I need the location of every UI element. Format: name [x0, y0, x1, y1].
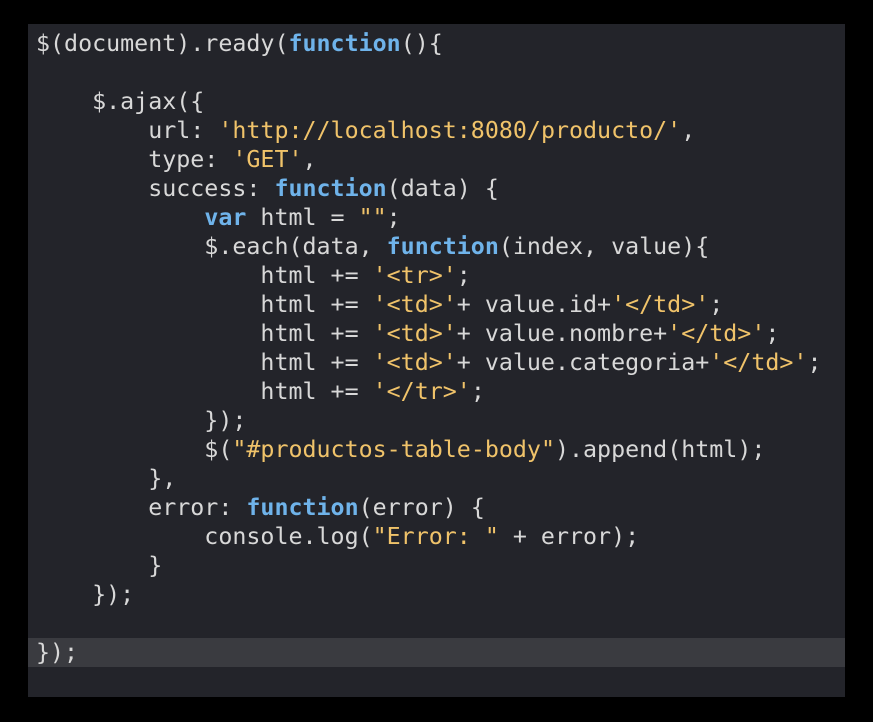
code-line[interactable]: error: function(error) {: [36, 493, 845, 522]
code-text: ,: [302, 146, 317, 173]
code-line[interactable]: $(document).ready(function(){: [36, 29, 845, 58]
code-text: html +=: [36, 349, 373, 376]
string-token: '<tr>': [372, 262, 457, 289]
code-text: $.each(data,: [36, 233, 387, 260]
code-text: $.ajax({: [36, 88, 205, 115]
code-text: (error) {: [358, 494, 485, 521]
code-text: (){: [400, 30, 443, 57]
code-text: $(: [36, 436, 233, 463]
code-text: (index, value){: [498, 233, 710, 260]
code-text: $(document).ready(: [36, 30, 289, 57]
code-text: success:: [36, 175, 275, 202]
code-text: ).append(html);: [554, 436, 766, 463]
code-text: });: [36, 407, 247, 434]
string-token: '</td>': [709, 349, 808, 376]
code-line[interactable]: url: 'http://localhost:8080/producto/',: [36, 116, 845, 145]
code-line[interactable]: },: [36, 464, 845, 493]
current-code-line[interactable]: });: [28, 638, 845, 667]
code-text: + value.id+: [456, 291, 612, 318]
code-line[interactable]: });: [36, 406, 845, 435]
string-token: '</td>': [611, 291, 710, 318]
code-text: ,: [681, 117, 696, 144]
code-text: type:: [36, 146, 233, 173]
string-token: '<td>': [372, 320, 457, 347]
code-line[interactable]: });: [36, 580, 845, 609]
code-line[interactable]: html += '<tr>';: [36, 261, 845, 290]
code-line[interactable]: }: [36, 551, 845, 580]
string-token: '<td>': [372, 349, 457, 376]
code-line[interactable]: type: 'GET',: [36, 145, 845, 174]
code-text: url:: [36, 117, 219, 144]
code-text: html +=: [36, 320, 373, 347]
code-text: ;: [765, 320, 780, 347]
code-line[interactable]: $.ajax({: [36, 87, 845, 116]
string-token: 'http://localhost:8080/producto/': [218, 117, 682, 144]
string-token: "": [358, 204, 387, 231]
code-text: html +=: [36, 291, 373, 318]
code-text: error:: [36, 494, 247, 521]
code-text: ;: [386, 204, 401, 231]
string-token: "Error: ": [372, 523, 499, 550]
code-text: + value.nombre+: [456, 320, 668, 347]
code-line[interactable]: success: function(data) {: [36, 174, 845, 203]
code-text: html +=: [36, 378, 373, 405]
code-text: });: [36, 581, 135, 608]
code-text: },: [36, 465, 177, 492]
code-text: html =: [246, 204, 359, 231]
string-token: '<td>': [372, 291, 457, 318]
code-text: });: [36, 639, 79, 666]
code-text: ;: [470, 378, 485, 405]
code-line[interactable]: $("#productos-table-body").append(html);: [36, 435, 845, 464]
code-text: ;: [456, 262, 471, 289]
code-text: html +=: [36, 262, 373, 289]
code-text: (data) {: [386, 175, 499, 202]
code-text: ;: [807, 349, 822, 376]
code-line[interactable]: html += '</tr>';: [36, 377, 845, 406]
code-text: + value.categoria+: [456, 349, 710, 376]
code-area[interactable]: $(document).ready(function(){ $.ajax({ u…: [28, 29, 845, 667]
keyword-token: function: [288, 30, 401, 57]
code-text: ;: [709, 291, 724, 318]
keyword-token: function: [386, 233, 499, 260]
code-line[interactable]: $.each(data, function(index, value){: [36, 232, 845, 261]
code-editor[interactable]: $(document).ready(function(){ $.ajax({ u…: [28, 24, 845, 697]
code-line[interactable]: console.log("Error: " + error);: [36, 522, 845, 551]
keyword-token: var: [204, 204, 247, 231]
code-line[interactable]: [36, 58, 845, 87]
keyword-token: function: [274, 175, 387, 202]
code-line[interactable]: var html = "";: [36, 203, 845, 232]
code-line[interactable]: html += '<td>'+ value.nombre+'</td>';: [36, 319, 845, 348]
code-text: console.log(: [36, 523, 373, 550]
code-line[interactable]: html += '<td>'+ value.categoria+'</td>';: [36, 348, 845, 377]
code-line[interactable]: [36, 609, 845, 638]
keyword-token: function: [246, 494, 359, 521]
code-text: }: [36, 552, 163, 579]
code-text: + error);: [498, 523, 640, 550]
code-line[interactable]: html += '<td>'+ value.id+'</td>';: [36, 290, 845, 319]
string-token: '</td>': [667, 320, 766, 347]
string-token: '</tr>': [372, 378, 471, 405]
string-token: 'GET': [232, 146, 303, 173]
string-token: "#productos-table-body": [232, 436, 555, 463]
